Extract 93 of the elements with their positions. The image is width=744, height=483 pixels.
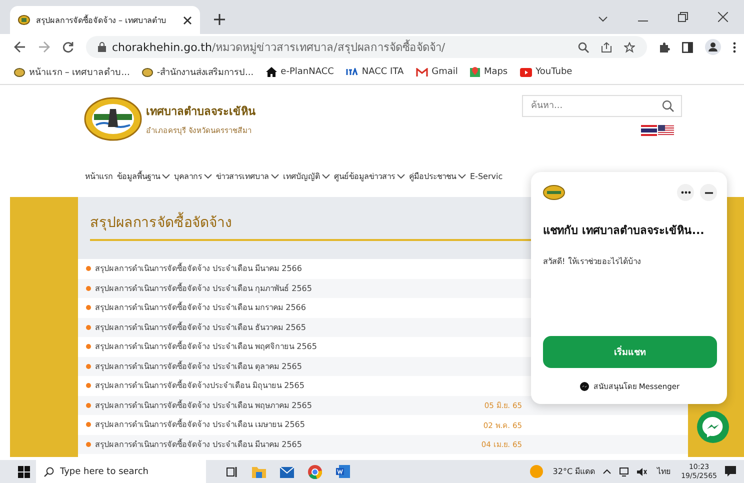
house-icon bbox=[266, 67, 277, 77]
flag-icon[interactable] bbox=[641, 125, 657, 136]
seal-logo-icon bbox=[84, 97, 142, 141]
chevron-up-icon[interactable] bbox=[603, 469, 612, 474]
windows-logo-icon[interactable] bbox=[18, 466, 30, 478]
nav-item[interactable]: ข่าวสารเทศบาล bbox=[216, 170, 279, 182]
bullet-icon bbox=[86, 422, 91, 428]
start-chat-button[interactable]: เริ่มแชท bbox=[543, 336, 717, 368]
chat-greeting: สวัสดี! ให้เราช่วยอะไรได้บ้าง bbox=[543, 256, 642, 268]
lock-icon bbox=[98, 42, 106, 52]
address-bar[interactable]: chorakhehin.go.th/หมวดหมู่ข่าวสารเทศบาล/สรุปผลการจัดซื้อจัดจ้า/ bbox=[86, 36, 647, 58]
flag-icon[interactable] bbox=[658, 125, 674, 136]
browser-tab[interactable]: สรุปผลการจัดซื้อจัดจ้าง – เทศบาลตำบ bbox=[10, 6, 200, 34]
weather-text[interactable]: 32°C มีแดด bbox=[552, 465, 596, 478]
document-link[interactable]: สรุปผลการดำเนินการจัดซื้อจัดจ้าง ประจำเดือน มกราคม 2566 bbox=[95, 301, 306, 314]
document-link[interactable]: สรุปผลการดำเนินการจัดซื้อจัดจ้างประจำเดือน มิถุนายน 2565 bbox=[95, 379, 304, 392]
messenger-icon bbox=[702, 416, 724, 438]
caret-icon bbox=[322, 174, 330, 178]
document-link[interactable]: สรุปผลการดำเนินการจัดซื้อจัดจ้าง ประจำเดือน พฤศจิกายน 2565 bbox=[95, 340, 317, 354]
bullet-icon bbox=[86, 286, 91, 291]
task-view-icon[interactable] bbox=[226, 466, 238, 478]
nav-item[interactable]: ข้อมูลพื้นฐาน bbox=[117, 170, 170, 182]
mail-icon[interactable] bbox=[280, 466, 294, 478]
folder-icon[interactable] bbox=[252, 466, 266, 478]
share-icon[interactable] bbox=[601, 42, 612, 52]
bookmark-item[interactable]: Gmail bbox=[416, 67, 458, 77]
bullet-icon bbox=[86, 266, 91, 272]
restore-icon[interactable] bbox=[678, 12, 688, 22]
bookmark-item[interactable]: หน้าแรก – เทศบาลตำบ... bbox=[14, 65, 130, 79]
language-indicator[interactable]: ไทย bbox=[657, 465, 672, 478]
seal-icon bbox=[142, 68, 153, 76]
nav-item[interactable]: ศูนย์ข้อมูลข่าวสาร bbox=[334, 170, 405, 182]
caret-icon bbox=[204, 174, 212, 178]
nav-item[interactable]: คู่มือประชาชน bbox=[409, 170, 466, 182]
caret-icon bbox=[458, 174, 466, 178]
document-link[interactable]: สรุปผลการดำเนินการจัดซื้อจัดจ้าง ประจำเดือน พฤษภาคม 2565 bbox=[95, 398, 312, 412]
more-icon bbox=[680, 191, 690, 194]
puzzle-icon[interactable] bbox=[659, 42, 670, 52]
nav-item[interactable]: E-Servic bbox=[470, 172, 503, 180]
search-icon bbox=[44, 466, 54, 476]
play-icon bbox=[520, 68, 532, 76]
seal-icon bbox=[543, 185, 565, 200]
ita-logo-icon bbox=[346, 68, 358, 76]
mail-icon bbox=[416, 68, 428, 76]
document-link[interactable]: สรุปผลการดำเนินการจัดซื้อจัดจ้าง ประจำเดือน เมษายน 2565 bbox=[95, 418, 305, 432]
minimize-icon[interactable] bbox=[638, 20, 648, 22]
seal-icon bbox=[18, 15, 30, 25]
more-button[interactable] bbox=[677, 184, 694, 201]
bookmark-item[interactable]: YouTube bbox=[520, 67, 572, 77]
bullet-icon bbox=[86, 442, 91, 447]
bookmark-item[interactable]: -สำนักงานส่งเสริมการป... bbox=[142, 65, 254, 79]
seal-icon bbox=[14, 68, 25, 76]
bullet-icon bbox=[86, 344, 91, 350]
bullet-icon bbox=[86, 364, 91, 369]
speaker-icon[interactable] bbox=[637, 466, 648, 476]
document-app-icon[interactable] bbox=[336, 465, 350, 478]
document-link[interactable]: สรุปผลการดำเนินการจัดซื้อจัดจ้าง ประจำเดือน มีนาคม 2565 bbox=[95, 438, 302, 451]
bullet-icon bbox=[86, 305, 91, 310]
bookmark-item[interactable]: NACC ITA bbox=[346, 67, 404, 77]
close-icon[interactable] bbox=[183, 16, 192, 24]
caret-icon bbox=[271, 174, 279, 178]
nav-item[interactable]: หน้าแรก bbox=[85, 170, 113, 182]
menu-icon[interactable] bbox=[733, 42, 736, 52]
nav-item[interactable]: บุคลากร bbox=[174, 170, 212, 182]
star-icon[interactable] bbox=[624, 42, 635, 52]
profile-icon[interactable] bbox=[705, 39, 721, 55]
back-arrow-icon[interactable] bbox=[14, 41, 26, 53]
browser-icon[interactable] bbox=[308, 464, 322, 478]
document-link[interactable]: สรุปผลการดำเนินการจัดซื้อจัดจ้าง ประจำเดือน มีนาคม 2566 bbox=[95, 262, 302, 276]
bullet-icon bbox=[86, 383, 91, 388]
search-field[interactable]: ค้นหา... bbox=[522, 95, 682, 117]
sun-icon bbox=[530, 465, 543, 478]
bookmark-item[interactable]: e-PlanNACC bbox=[266, 67, 334, 77]
bookmark-item[interactable]: Maps bbox=[470, 66, 508, 78]
map-pin-icon bbox=[470, 66, 480, 78]
minimize-icon bbox=[704, 192, 712, 194]
reload-icon[interactable] bbox=[62, 41, 74, 53]
caret-icon bbox=[162, 174, 170, 178]
zoom-icon[interactable] bbox=[578, 42, 589, 52]
side-panel-icon[interactable] bbox=[682, 42, 693, 52]
bullet-icon bbox=[86, 324, 91, 330]
nav-item[interactable]: เทศบัญญัติ bbox=[283, 170, 330, 182]
bullet-icon bbox=[86, 402, 91, 408]
minimize-button[interactable] bbox=[700, 184, 717, 201]
messenger-icon bbox=[580, 382, 590, 390]
close-icon[interactable] bbox=[718, 12, 728, 22]
site-name: เทศบาลตำบลจระเข้หิน bbox=[146, 104, 256, 120]
tab-title: สรุปผลการจัดซื้อจัดจ้าง – เทศบาลตำบ bbox=[36, 14, 168, 26]
caret-icon bbox=[397, 174, 405, 178]
new-tab-icon[interactable] bbox=[214, 14, 225, 25]
chevron-down-icon[interactable] bbox=[598, 16, 608, 22]
taskbar-search-field[interactable]: Type here to search bbox=[36, 460, 206, 483]
notification-icon[interactable] bbox=[725, 466, 736, 477]
